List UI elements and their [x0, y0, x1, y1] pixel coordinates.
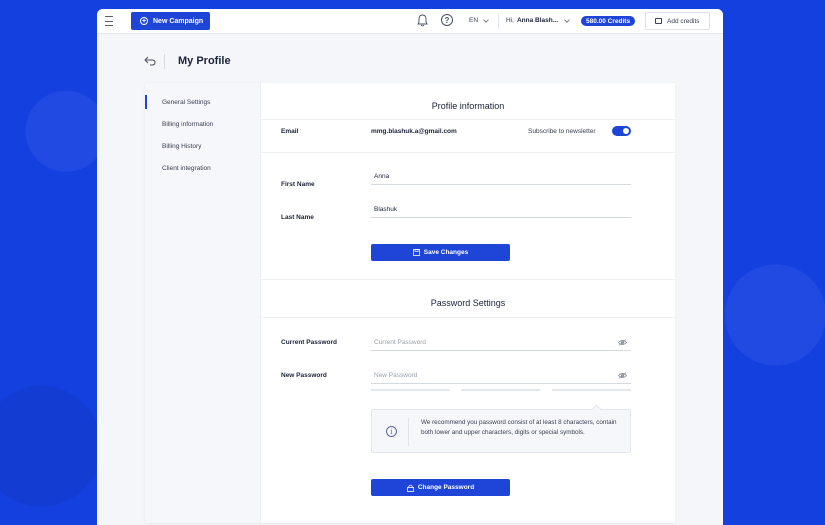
last-name-field[interactable]: Blashuk: [371, 202, 631, 218]
new-password-label: New Password: [281, 372, 327, 379]
current-password-input[interactable]: Current Password: [371, 335, 631, 351]
chevron-down-icon: [483, 16, 489, 23]
password-strength-segment: [461, 389, 540, 391]
settings-content: Profile information Email mmg.blashuk.a@…: [261, 83, 675, 523]
eye-hidden-icon[interactable]: [618, 372, 627, 379]
newsletter-toggle[interactable]: [612, 126, 631, 136]
divider: [261, 119, 675, 120]
sidebar-item-label: General Settings: [162, 98, 211, 106]
new-password-placeholder: New Password: [374, 372, 418, 379]
greeting-text: Hi,: [506, 17, 514, 24]
password-section-title: Password Settings: [430, 298, 506, 308]
first-name-label: First Name: [281, 181, 315, 188]
help-icon[interactable]: ?: [441, 14, 453, 26]
new-campaign-label: New Campaign: [153, 17, 204, 25]
last-name-value: Blashuk: [374, 206, 398, 213]
credits-badge: 580.00 Credits: [581, 16, 636, 26]
user-menu[interactable]: Hi, Anna Blash...: [506, 16, 570, 24]
credit-card-icon: [655, 18, 662, 24]
bell-icon[interactable]: [417, 14, 428, 27]
back-arrow-icon[interactable]: [144, 56, 156, 66]
app-window: + New Campaign ? EN Hi, Anna Blash... 58…: [97, 9, 723, 525]
save-icon: [412, 249, 420, 256]
profile-panel: General Settings Billing information Bil…: [145, 83, 675, 523]
divider: [261, 152, 675, 153]
first-name-field[interactable]: Anna: [371, 169, 631, 185]
info-icon: i: [386, 426, 397, 437]
page-title: My Profile: [178, 55, 231, 67]
profile-section-title: Profile information: [431, 101, 505, 111]
password-hint-text: We recommend you password consist of at …: [421, 419, 617, 436]
password-strength-segment: [552, 389, 631, 391]
current-password-placeholder: Current Password: [374, 339, 427, 346]
password-strength-segment: [371, 389, 450, 391]
sidebar-item-general-settings[interactable]: General Settings: [145, 91, 260, 113]
hamburger-menu-icon[interactable]: [105, 16, 113, 26]
sidebar-item-billing-history[interactable]: Billing History: [145, 135, 260, 157]
divider: [261, 317, 675, 318]
email-label: Email: [281, 128, 299, 135]
change-password-button[interactable]: Change Password: [371, 479, 510, 496]
eye-hidden-icon[interactable]: [618, 339, 627, 346]
add-credits-button[interactable]: Add credits: [645, 12, 710, 30]
add-credits-label: Add credits: [667, 17, 700, 25]
save-changes-button[interactable]: Save Changes: [371, 244, 510, 261]
newsletter-label: Subscribe to newsletter: [528, 128, 596, 135]
top-bar: + New Campaign ? EN Hi, Anna Blash... 58…: [97, 9, 723, 34]
current-password-label: Current Password: [281, 339, 337, 346]
divider: [164, 54, 165, 69]
settings-sidebar: General Settings Billing information Bil…: [145, 83, 261, 523]
lock-icon: [406, 484, 414, 492]
new-campaign-button[interactable]: + New Campaign: [131, 12, 210, 30]
sidebar-item-label: Billing information: [162, 120, 214, 128]
language-selector[interactable]: EN: [469, 16, 489, 24]
save-changes-label: Save Changes: [423, 249, 469, 256]
chevron-down-icon: [564, 16, 570, 23]
first-name-value: Anna: [374, 173, 390, 180]
user-name: Anna Blash...: [516, 17, 559, 24]
last-name-label: Last Name: [281, 214, 314, 221]
email-value: mmg.blashuk.a@gmail.com: [371, 128, 457, 135]
change-password-label: Change Password: [417, 484, 475, 491]
divider: [498, 14, 499, 29]
plus-circle-icon: +: [140, 17, 148, 25]
divider: [408, 418, 409, 446]
sidebar-item-client-integration[interactable]: Client integration: [145, 157, 260, 179]
sidebar-item-billing-information[interactable]: Billing information: [145, 113, 260, 135]
language-label: EN: [469, 17, 479, 24]
password-hint-box: i We recommend you password consist of a…: [371, 409, 631, 453]
new-password-input[interactable]: New Password: [371, 368, 631, 384]
sidebar-item-label: Billing History: [162, 142, 202, 150]
sidebar-item-label: Client integration: [162, 164, 211, 172]
divider: [261, 279, 675, 280]
